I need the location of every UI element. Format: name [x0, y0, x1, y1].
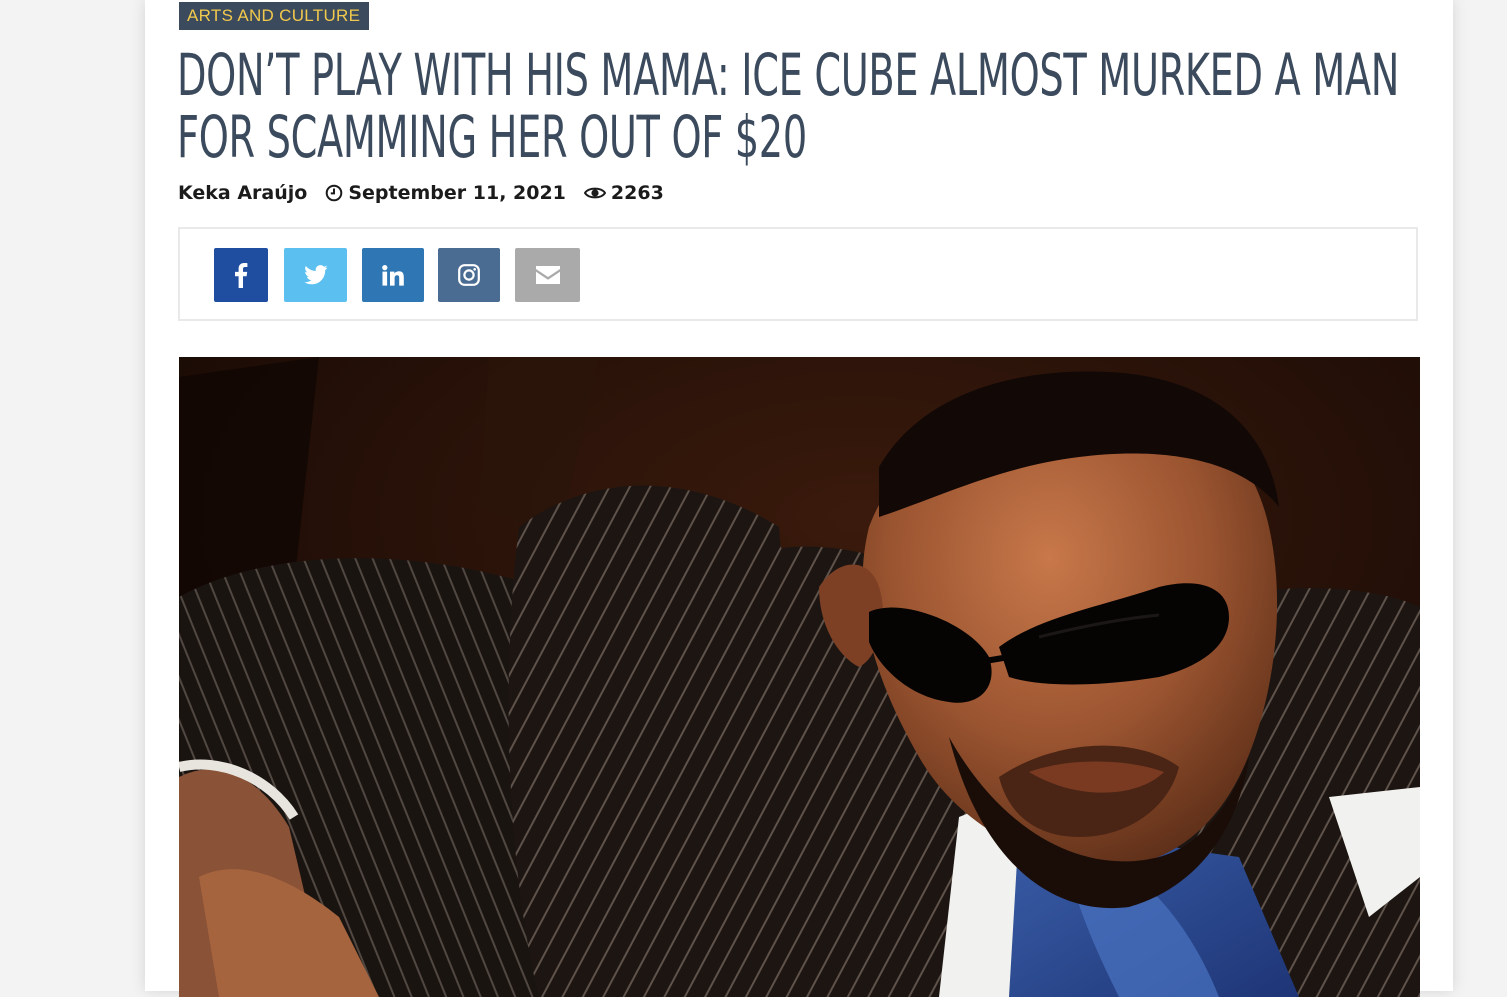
linkedin-share-button[interactable]	[362, 248, 424, 302]
publish-date: September 11, 2021	[325, 182, 566, 204]
article-meta: Keka Araújo September 11, 2021 2263	[178, 180, 664, 206]
instagram-share-button[interactable]	[438, 248, 500, 302]
category-tag[interactable]: ARTS AND CULTURE	[179, 2, 370, 30]
publish-date-text: September 11, 2021	[348, 182, 566, 204]
eye-icon	[583, 185, 606, 201]
view-count: 2263	[583, 182, 664, 204]
featured-image	[179, 357, 1420, 997]
article-headline: DON’T PLAY WITH HIS MAMA: ICE CUBE ALMOS…	[177, 41, 1400, 171]
headline-line-1: DON’T PLAY WITH HIS MAMA: ICE CUBE ALMOS…	[177, 41, 1400, 109]
author-name[interactable]: Keka Araújo	[178, 182, 307, 204]
headline-line-2: FOR SCAMMING HER OUT OF $20	[177, 103, 807, 171]
linkedin-icon	[382, 264, 404, 286]
clock-icon	[325, 184, 343, 202]
view-count-text: 2263	[610, 182, 664, 204]
facebook-icon	[234, 262, 248, 288]
email-share-button[interactable]	[515, 248, 580, 302]
facebook-share-button[interactable]	[214, 248, 268, 302]
twitter-share-button[interactable]	[284, 248, 347, 302]
instagram-icon	[458, 264, 480, 286]
share-bar	[178, 227, 1418, 321]
twitter-icon	[303, 265, 328, 285]
article-card: ARTS AND CULTURE DON’T PLAY WITH HIS MAM…	[145, 0, 1453, 997]
email-icon	[535, 265, 561, 285]
